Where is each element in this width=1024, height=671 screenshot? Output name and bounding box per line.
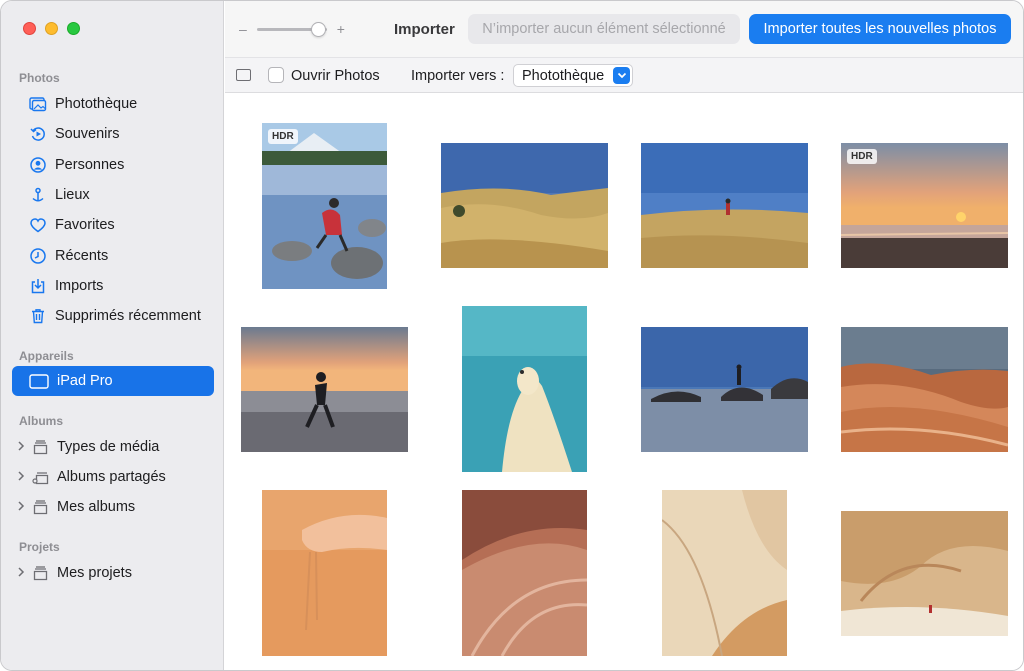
dog-pool-photo[interactable] xyxy=(462,306,587,472)
sidebar-item-label: Favorites xyxy=(55,217,115,233)
zoom-slider-knob[interactable] xyxy=(310,21,326,37)
chevron-right-icon[interactable] xyxy=(17,566,29,580)
sidebar-item-label: Récents xyxy=(55,248,109,264)
places-icon xyxy=(29,186,47,204)
trash-icon xyxy=(29,307,47,325)
chevron-down-icon xyxy=(613,67,630,84)
sidebar-item-label: Mes albums xyxy=(57,499,136,515)
sidebar: Photos Photothèque Souvenirs Personnes L… xyxy=(1,1,224,670)
heart-icon xyxy=(29,216,47,234)
open-photos-checkbox[interactable] xyxy=(268,67,284,83)
toolbar: – + Importer N’importer aucun élément sé… xyxy=(225,1,1023,57)
minimize-window-button[interactable] xyxy=(45,22,58,35)
sidebar-item-favorites[interactable]: Favorites xyxy=(12,210,214,240)
hdr-badge: HDR xyxy=(847,149,877,164)
sidebar-item-label: Types de média xyxy=(57,439,160,455)
zoom-control: – + xyxy=(239,21,345,37)
sidebar-item-library[interactable]: Photothèque xyxy=(12,89,214,119)
sidebar-item-label: Albums partagés xyxy=(57,469,166,485)
sand-hand-photo[interactable] xyxy=(262,490,387,656)
chevron-right-icon[interactable] xyxy=(17,500,29,514)
import-icon xyxy=(29,277,47,295)
grass-hill-photo[interactable] xyxy=(441,143,608,268)
sidebar-item-places[interactable]: Lieux xyxy=(12,180,214,210)
lake-mountain-photo[interactable]: HDR xyxy=(262,123,387,289)
import-destination-select[interactable]: Photothèque xyxy=(513,64,633,87)
import-selected-button[interactable]: N’importer aucun élément sélectionné xyxy=(468,14,740,44)
sidebar-item-memories[interactable]: Souvenirs xyxy=(12,119,214,149)
page-title: Importer xyxy=(394,21,455,38)
folder-icon xyxy=(31,498,49,516)
canyon-cave-photo[interactable] xyxy=(841,511,1008,636)
sidebar-item-ipad-pro[interactable]: iPad Pro xyxy=(12,366,214,396)
memories-icon xyxy=(29,125,47,143)
ipad-icon xyxy=(29,372,49,390)
beach-runner-photo[interactable] xyxy=(241,327,408,452)
import-options-bar: Ouvrir Photos Importer vers : Photothèqu… xyxy=(225,57,1023,93)
hdr-badge: HDR xyxy=(268,129,298,144)
open-photos-label[interactable]: Ouvrir Photos xyxy=(291,68,380,84)
sidebar-item-recently-deleted[interactable]: Supprimés récemment xyxy=(12,301,214,331)
shared-album-icon xyxy=(31,468,49,486)
sidebar-item-label: Imports xyxy=(55,278,104,294)
zoom-in-button[interactable]: + xyxy=(337,21,345,37)
import-window: Photos Photothèque Souvenirs Personnes L… xyxy=(0,0,1024,671)
photos-library-icon xyxy=(29,95,47,113)
zoom-window-button[interactable] xyxy=(67,22,80,35)
photo-grid: HDR HDR xyxy=(225,94,1023,670)
sidebar-item-label: Lieux xyxy=(55,187,90,203)
import-destination-value: Photothèque xyxy=(522,67,605,84)
striped-rock-photo[interactable] xyxy=(462,490,587,656)
sidebar-item-media-types[interactable]: Types de média xyxy=(12,432,214,462)
sidebar-item-label: Mes projets xyxy=(57,565,132,581)
people-icon xyxy=(29,156,47,174)
sidebar-item-label: Personnes xyxy=(55,157,125,173)
sidebar-item-my-albums[interactable]: Mes albums xyxy=(12,492,214,522)
sidebar-item-recents[interactable]: Récents xyxy=(12,241,214,271)
zoom-out-button[interactable]: – xyxy=(239,21,247,37)
chevron-right-icon[interactable] xyxy=(17,440,29,454)
sandstone-curve-photo[interactable] xyxy=(662,490,787,656)
sidebar-item-people[interactable]: Personnes xyxy=(12,150,214,180)
device-info-icon[interactable] xyxy=(236,69,251,81)
section-title-photos: Photos xyxy=(19,71,60,85)
sidebar-item-imports[interactable]: Imports xyxy=(12,271,214,301)
chevron-right-icon[interactable] xyxy=(17,470,29,484)
sunset-beach-photo[interactable]: HDR xyxy=(841,143,1008,268)
folder-icon xyxy=(31,564,49,582)
sidebar-item-label: Supprimés récemment xyxy=(55,308,201,324)
section-title-projects: Projets xyxy=(19,540,60,554)
window-controls xyxy=(23,22,80,35)
zoom-slider[interactable] xyxy=(256,21,327,37)
sidebar-item-label: Photothèque xyxy=(55,96,138,112)
section-title-devices: Appareils xyxy=(19,349,74,363)
clock-icon xyxy=(29,247,47,265)
person-grass-photo[interactable] xyxy=(641,143,808,268)
import-all-button[interactable]: Importer toutes les nouvelles photos xyxy=(749,14,1011,44)
rock-sea-photo[interactable] xyxy=(641,327,808,452)
sidebar-item-shared-albums[interactable]: Albums partagés xyxy=(12,462,214,492)
sidebar-item-my-projects[interactable]: Mes projets xyxy=(12,558,214,588)
wave-rock-photo[interactable] xyxy=(841,327,1008,452)
close-window-button[interactable] xyxy=(23,22,36,35)
section-title-albums: Albums xyxy=(19,414,64,428)
import-to-label: Importer vers : xyxy=(411,68,505,84)
folder-icon xyxy=(31,438,49,456)
sidebar-item-label: Souvenirs xyxy=(55,126,120,142)
sidebar-item-label: iPad Pro xyxy=(57,373,113,389)
